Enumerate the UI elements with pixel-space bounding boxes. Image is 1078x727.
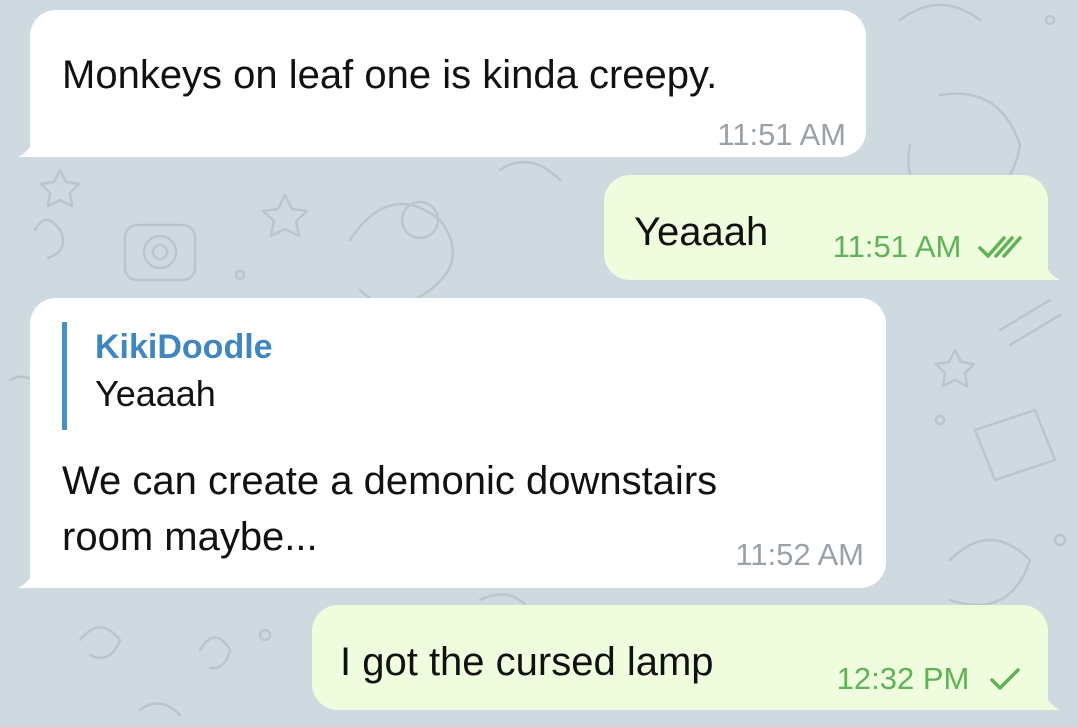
message-bubble-outgoing[interactable]: I got the cursed lamp 12:32 PM — [312, 605, 1060, 710]
message-text-line-2: room maybe... — [62, 515, 318, 559]
double-check-icon — [978, 236, 1022, 258]
message-time: 11:51 AM — [832, 229, 962, 264]
message-time: 11:51 AM — [717, 117, 846, 152]
message-text: I got the cursed lamp — [340, 640, 714, 684]
message-bubble-incoming[interactable]: Monkeys on leaf one is kinda creepy. 11:… — [18, 10, 866, 157]
single-check-icon — [990, 668, 1020, 690]
message-time: 11:52 AM — [735, 537, 864, 572]
bubble-tail — [1040, 688, 1060, 710]
message-bubble-incoming-reply[interactable]: KikiDoodle Yeaaah We can create a demoni… — [18, 298, 886, 588]
reply-quote[interactable]: KikiDoodle Yeaaah — [62, 322, 273, 430]
message-time: 12:32 PM — [836, 661, 970, 696]
bubble-tail — [18, 566, 38, 588]
message-text: Yeaaah — [634, 210, 769, 254]
message-text: Monkeys on leaf one is kinda creepy. — [62, 53, 718, 97]
message-text-line-1: We can create a demonic downstairs — [62, 459, 718, 503]
message-bubble-outgoing[interactable]: Yeaaah 11:51 AM — [604, 175, 1060, 280]
message-meta: 11:51 AM — [833, 230, 1022, 264]
reply-text: Yeaaah — [95, 373, 216, 414]
message-meta: 12:32 PM — [837, 662, 1022, 696]
bubble-tail — [18, 135, 38, 157]
bubble-tail — [1040, 258, 1060, 280]
reply-author: KikiDoodle — [95, 328, 273, 366]
